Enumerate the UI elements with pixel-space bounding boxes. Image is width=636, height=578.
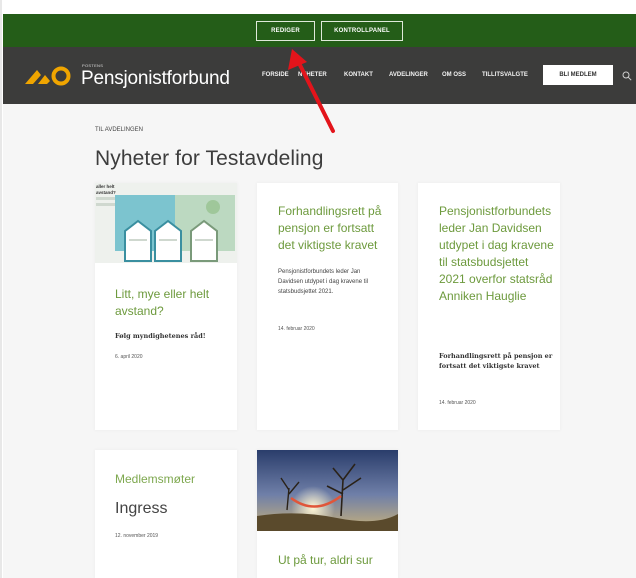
menu-item-forside[interactable]: FORSIDE bbox=[262, 72, 298, 78]
page-title: Nyheter for Testavdeling bbox=[95, 147, 324, 170]
card-lead: Forhandlingsrett på pensjon er fortsatt … bbox=[439, 352, 553, 370]
card-subtitle: Ingress bbox=[115, 500, 168, 517]
card-date: 6. april 2020 bbox=[115, 354, 143, 360]
join-button[interactable]: BLI MEDLEM bbox=[543, 65, 613, 85]
card-title[interactable]: Litt, mye eller helt avstand? bbox=[115, 286, 225, 320]
card-date: 12. november 2019 bbox=[115, 533, 159, 539]
infographic-image bbox=[96, 195, 235, 262]
edit-button[interactable]: REDIGER bbox=[256, 20, 315, 41]
card-title[interactable]: Forhandlingsrett på pensjon er fortsatt … bbox=[278, 203, 390, 254]
control-panel-button[interactable]: KONTROLLPANEL bbox=[321, 20, 403, 41]
logo-icon bbox=[25, 66, 71, 86]
outdoor-photo bbox=[257, 450, 398, 531]
menu-item-om-oss[interactable]: OM OSS bbox=[442, 72, 482, 78]
news-card-3[interactable]: Pensjonistforbundets leder Jan Davidsen … bbox=[418, 183, 560, 430]
card-date: 14. februar 2020 bbox=[439, 400, 476, 406]
logo-wordmark[interactable]: Pensjonistforbund bbox=[81, 68, 230, 90]
menu-item-tillitsvalgte[interactable]: TILLITSVALGTE bbox=[482, 72, 532, 78]
site-header: POSTENS Pensjonistforbund FORSIDE NYHETE… bbox=[3, 47, 636, 104]
card-title[interactable]: Pensjonistforbundets leder Jan Davidsen … bbox=[439, 203, 557, 305]
news-card-4[interactable]: Medlemsmøter Ingress 12. november 2019 bbox=[95, 450, 237, 578]
breadcrumb[interactable]: TIL AVDELINGEN bbox=[95, 127, 143, 133]
card-title[interactable]: Ut på tur, aldri sur bbox=[278, 552, 390, 569]
news-card-2[interactable]: Forhandlingsrett på pensjon er fortsatt … bbox=[257, 183, 398, 430]
card-image: aller helt avstand? bbox=[95, 183, 237, 263]
main-menu: FORSIDE NYHETER KONTAKT AVDELINGER OM OS… bbox=[262, 72, 532, 78]
search-icon[interactable] bbox=[622, 71, 632, 81]
menu-item-nyheter[interactable]: NYHETER bbox=[298, 72, 344, 78]
menu-item-kontakt[interactable]: KONTAKT bbox=[344, 72, 389, 78]
news-card-1[interactable]: aller helt avstand? Litt, mye eller helt… bbox=[95, 183, 237, 430]
card-lead: Følg myndighetenes råd! bbox=[115, 332, 206, 340]
card-excerpt: Pensjonistforbundets leder Jan Davidsen … bbox=[278, 269, 369, 295]
menu-item-avdelinger[interactable]: AVDELINGER bbox=[389, 72, 442, 78]
card-title[interactable]: Medlemsmøter bbox=[115, 471, 230, 488]
admin-bar: REDIGER KONTROLLPANEL bbox=[3, 14, 636, 47]
card-date: 14. februar 2020 bbox=[278, 326, 315, 332]
news-card-5[interactable]: Ut på tur, aldri sur bbox=[257, 450, 398, 578]
